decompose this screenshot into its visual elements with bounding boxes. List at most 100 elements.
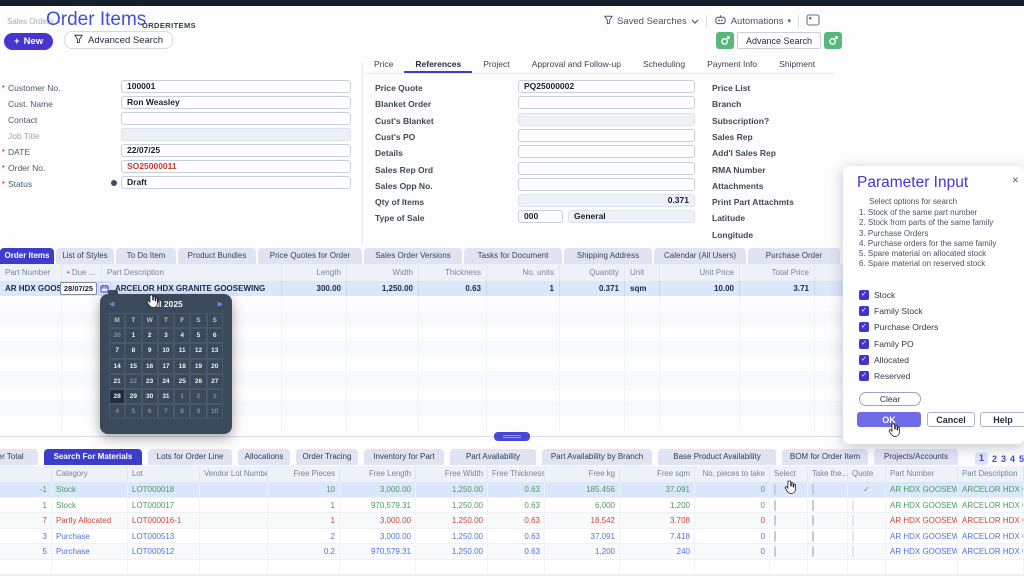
- day-cell-29[interactable]: 29: [125, 389, 141, 404]
- col-header-row-number[interactable]: [0, 466, 52, 482]
- cell-no-units[interactable]: 1: [487, 281, 560, 296]
- col-header-quote[interactable]: Quote: [848, 466, 886, 482]
- tab-inventory-for-part[interactable]: Inventory for Part: [364, 449, 444, 465]
- tab-bom-for-order-item[interactable]: BOM for Order Item: [782, 449, 868, 465]
- field-date[interactable]: 22/07/25: [121, 144, 351, 157]
- checkbox-stock[interactable]: ✓Stock: [859, 287, 1009, 303]
- tab-search-for-materials[interactable]: Search For Materials: [44, 449, 142, 465]
- day-cell-26[interactable]: 26: [190, 374, 206, 389]
- tab-part-availability-by-branch[interactable]: Part Availability by Branch: [542, 449, 652, 465]
- window-icon[interactable]: [806, 14, 820, 29]
- checkbox-quote[interactable]: [852, 531, 854, 542]
- advance-search-button[interactable]: Advance Search: [737, 32, 821, 49]
- col-header-width[interactable]: Width: [347, 264, 419, 281]
- day-cell-20[interactable]: 20: [207, 359, 223, 374]
- tab-scheduling[interactable]: Scheduling: [632, 56, 696, 73]
- day-cell-23[interactable]: 23: [142, 374, 158, 389]
- page-4[interactable]: 4: [1010, 454, 1015, 464]
- day-cell-24[interactable]: 24: [158, 374, 174, 389]
- prev-month-icon[interactable]: ◀: [109, 300, 114, 308]
- day-cell-22[interactable]: 22: [125, 374, 141, 389]
- day-cell-6[interactable]: 6: [142, 404, 158, 419]
- day-cell-11[interactable]: 11: [174, 343, 190, 358]
- tab-approval-and-follow-up[interactable]: Approval and Follow-up: [521, 56, 632, 73]
- advance-search-icon-button-2[interactable]: [824, 32, 842, 49]
- tab-projects-accounts[interactable]: Projects/Accounts: [874, 449, 958, 465]
- field-cust-s-po[interactable]: [518, 129, 695, 142]
- tab-lots-for-order-line[interactable]: Lots for Order Line: [148, 449, 232, 465]
- checkbox-checked-icon[interactable]: ✓: [859, 322, 869, 332]
- day-cell-1[interactable]: 1: [174, 389, 190, 404]
- col-header-free-width[interactable]: Free Width: [416, 466, 488, 482]
- col-header-select[interactable]: Select: [770, 466, 808, 482]
- cell-part-number[interactable]: AR HDX GOOSEWING▸: [886, 498, 958, 513]
- col-header-quantity[interactable]: Quantity: [560, 264, 625, 281]
- ok-button[interactable]: OK: [857, 412, 921, 427]
- col-header-free-thickness[interactable]: Free Thickness: [488, 466, 545, 482]
- tab-allocations[interactable]: Allocations: [238, 449, 290, 465]
- checkbox-take[interactable]: [812, 484, 814, 495]
- tab-misc[interactable]: Misc: [826, 56, 835, 73]
- day-cell-2[interactable]: 2: [142, 328, 158, 343]
- tab-calendar-all-users[interactable]: Calendar (All Users): [654, 248, 746, 264]
- tab-sales-order-versions[interactable]: Sales Order Versions: [364, 248, 462, 264]
- day-cell-3[interactable]: 3: [207, 389, 223, 404]
- col-header-take-the[interactable]: Take the...: [808, 466, 848, 482]
- checkbox-allocated[interactable]: ✓Allocated: [859, 352, 1009, 368]
- field-contact[interactable]: [121, 112, 351, 125]
- checkbox-family-stock[interactable]: ✓Family Stock: [859, 303, 1009, 319]
- day-cell-5[interactable]: 5: [190, 328, 206, 343]
- day-cell-2[interactable]: 2: [190, 389, 206, 404]
- page-3[interactable]: 3: [1001, 454, 1006, 464]
- col-header-unit[interactable]: Unit: [625, 264, 660, 281]
- col-header-part-number[interactable]: Part Number: [0, 264, 62, 281]
- cell-width[interactable]: 1,250.00: [347, 281, 419, 296]
- checkbox-checked-icon[interactable]: ✓: [859, 339, 869, 349]
- tab-order-items[interactable]: Order Items: [0, 248, 54, 264]
- day-cell-10[interactable]: 10: [158, 343, 174, 358]
- tab-price[interactable]: Price: [363, 56, 404, 73]
- automations-button[interactable]: Automations ▾: [714, 14, 791, 28]
- tab-product-bundles[interactable]: Product Bundles: [178, 248, 256, 264]
- day-cell-30[interactable]: 30: [109, 328, 125, 343]
- page-5[interactable]: 5: [1019, 454, 1024, 464]
- tab-order-tracing[interactable]: Order Tracing: [296, 449, 358, 465]
- tab-tasks-for-document[interactable]: Tasks for Document: [464, 248, 562, 264]
- day-cell-12[interactable]: 12: [190, 343, 206, 358]
- cell-total-price[interactable]: 3.71: [740, 281, 815, 296]
- field-details[interactable]: [518, 145, 695, 158]
- col-header-no-units[interactable]: No. units: [487, 264, 560, 281]
- col-header-no-pieces-to-take[interactable]: No. pieces to take: [695, 466, 770, 482]
- checkbox-select[interactable]: [774, 515, 776, 526]
- tab-project[interactable]: Project: [472, 56, 520, 73]
- field-cust-name[interactable]: Ron Weasley: [121, 96, 351, 109]
- day-cell-19[interactable]: 19: [190, 359, 206, 374]
- advanced-search-button[interactable]: Advanced Search: [64, 31, 173, 49]
- tab-part-availability[interactable]: Part Availability: [450, 449, 536, 465]
- tab-order-total[interactable]: Order Total: [0, 449, 38, 465]
- checkbox-checked-icon[interactable]: ✓: [859, 371, 869, 381]
- tab-references[interactable]: References: [404, 56, 472, 73]
- cell-part-number[interactable]: AR HDX GOOSEWING▸: [886, 529, 958, 544]
- day-cell-14[interactable]: 14: [109, 359, 125, 374]
- day-cell-1[interactable]: 1: [125, 328, 141, 343]
- checkbox-family-po[interactable]: ✓Family PO: [859, 336, 1009, 352]
- material-row-lot000016-1[interactable]: 7Partly AllocatedLOT000016-113,000.001,2…: [0, 513, 1024, 529]
- cell-length[interactable]: 300.00: [282, 281, 347, 296]
- day-cell-3[interactable]: 3: [158, 328, 174, 343]
- field-blanket-order[interactable]: [518, 96, 695, 109]
- material-row-lot000018[interactable]: -1StockLOT000018103,000.001,250.000.6318…: [0, 482, 1024, 498]
- col-header-category[interactable]: Category: [52, 466, 128, 482]
- day-cell-28[interactable]: 28: [109, 389, 125, 404]
- day-cell-27[interactable]: 27: [207, 374, 223, 389]
- tab-base-product-availability[interactable]: Base Product Availability: [658, 449, 776, 465]
- cell-quantity[interactable]: 0.371: [560, 281, 625, 296]
- cancel-button[interactable]: Cancel: [927, 412, 975, 427]
- tab-payment-info[interactable]: Payment Info: [696, 56, 768, 73]
- col-header-part-description[interactable]: Part Description: [102, 264, 282, 281]
- checkbox-select[interactable]: [774, 484, 776, 495]
- checkbox-select[interactable]: [774, 531, 776, 542]
- checkbox-checked-icon[interactable]: ✓: [859, 355, 869, 365]
- checkbox-take[interactable]: [812, 515, 814, 526]
- field-order-no[interactable]: SO25000011: [121, 160, 351, 173]
